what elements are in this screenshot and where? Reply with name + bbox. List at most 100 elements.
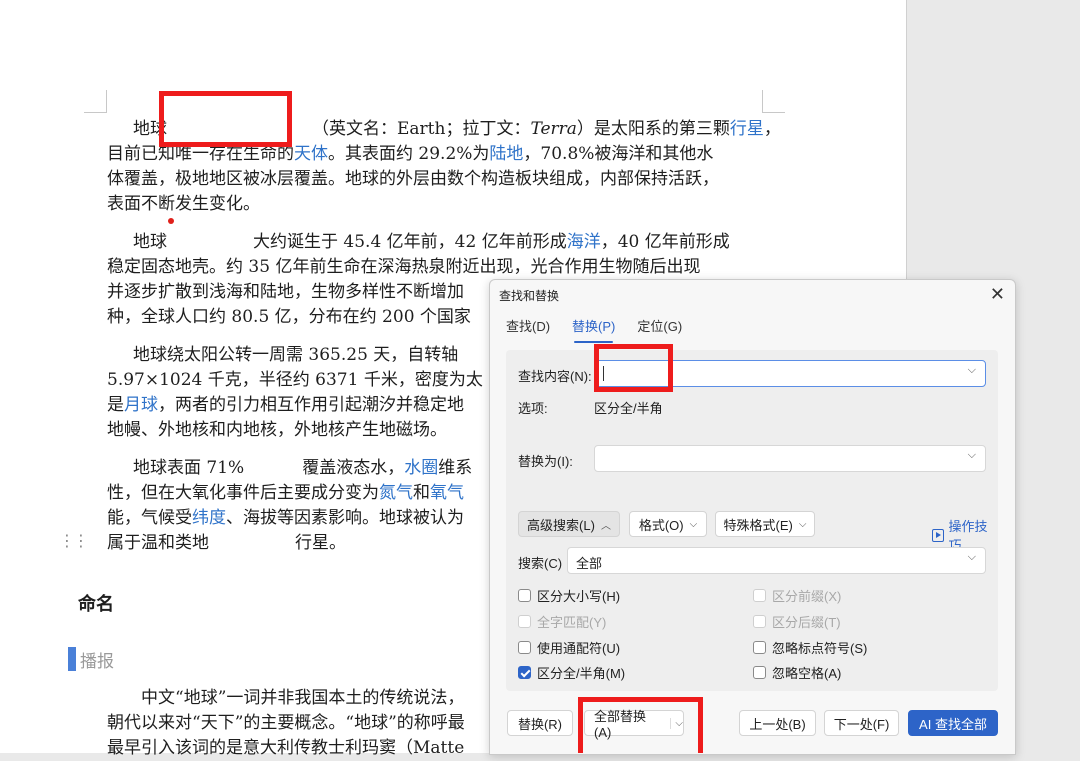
hyperlink-ocean[interactable]: 海洋 [567, 232, 601, 252]
broadcast-label: 播报 [80, 651, 114, 672]
checkbox-label: 区分后缀(T) [772, 615, 841, 630]
next-button[interactable]: 下一处(F) [824, 710, 899, 736]
text-run: ，两者的引力相互作用引起潮汐并稳定地 [158, 395, 464, 415]
dialog-title: 查找和替换 [499, 289, 560, 303]
advanced-search-label: 高级搜索(L) [527, 517, 595, 533]
find-label: 查找内容(N): [518, 369, 592, 384]
text-run: 覆盖液态水， [302, 458, 405, 478]
chevron-down-icon[interactable]: ⌵ [968, 449, 976, 462]
search-scope-label: 搜索(C) [518, 556, 563, 571]
checkbox-box [518, 666, 531, 679]
options-value: 区分全/半角 [594, 401, 663, 416]
replace-label: 替换为(I): [518, 454, 573, 469]
text-run: （英文名：Earth；拉丁文： [312, 119, 531, 139]
previous-label: 上一处(B) [749, 716, 806, 732]
checkbox-label: 区分大小写(H) [537, 589, 621, 604]
text-run: 和 [413, 483, 430, 503]
text-run: 维系 [438, 458, 473, 478]
checkbox-whole-word[interactable]: 全字匹配(Y) [518, 612, 606, 631]
replace-button-label: 替换(R) [517, 716, 563, 732]
hyperlink-land[interactable]: 陆地 [489, 144, 523, 164]
chevron-down-icon: ⌵ [798, 518, 807, 530]
special-format-label: 特殊格式(E) [723, 517, 793, 533]
checkbox-label: 全字匹配(Y) [537, 615, 607, 630]
search-scope-value: 全部 [576, 556, 603, 571]
play-box-icon [932, 528, 945, 542]
find-replace-dialog: 查找和替换 ✕ 查找(D) 替换(P) 定位(G) 查找内容(N): ⌵ 选项:… [489, 279, 1016, 755]
crop-mark-top-right [762, 90, 785, 113]
checkbox-label: 忽略空格(A) [772, 666, 842, 681]
tab-replace[interactable]: 替换(P) [572, 316, 615, 343]
text-run: 能，气候受 [107, 508, 192, 528]
replace-panel: 查找内容(N): ⌵ 选项: 区分全/半角 替换为(I): ⌵ 高级搜索(L) ︿… [506, 350, 998, 691]
text-run: 地球 [133, 232, 167, 252]
chevron-down-icon[interactable]: ⌵ [968, 364, 976, 377]
text-run: 地球表面 71% [133, 458, 245, 478]
hyperlink-celestial-body[interactable]: 天体 [294, 144, 328, 164]
chevron-down-icon: ⌵ [689, 518, 698, 530]
close-icon[interactable]: ✕ [990, 284, 1005, 305]
checkbox-match-width[interactable]: 区分全/半角(M) [518, 663, 625, 682]
search-scope-select[interactable]: 全部 ⌵ [567, 547, 986, 574]
dialog-tabs: 查找(D) 替换(P) 定位(G) [506, 316, 682, 343]
text-run: 、海拔等因素影响。地球被认为 [226, 508, 464, 528]
checkbox-box [518, 641, 531, 654]
format-button[interactable]: 格式(O) ⌵ [629, 511, 707, 537]
special-format-button[interactable]: 特殊格式(E) ⌵ [715, 511, 815, 537]
broadcast-button[interactable]: 播报 [68, 647, 114, 672]
checkbox-box [518, 615, 531, 628]
text-run: 大约诞生于 45.4 亿年前，42 亿年前形成 [253, 232, 567, 252]
text-run: ，70.8%被海洋和其他水 [523, 144, 714, 164]
ai-find-all-label: AI 查找全部 [919, 716, 987, 732]
tab-goto[interactable]: 定位(G) [637, 316, 682, 335]
checkbox-wildcards[interactable]: 使用通配符(U) [518, 638, 620, 657]
text-run: 属于温和类地 [107, 533, 209, 553]
text-line: 稳定固态地壳。约 35 亿年前生命在深海热泉附近出现，光合作用生物随后出现 [107, 257, 701, 277]
cursor-dot-marker [168, 218, 174, 224]
hyperlink-moon[interactable]: 月球 [124, 395, 158, 415]
checkbox-label: 使用通配符(U) [537, 641, 621, 656]
highlight-box [159, 91, 292, 147]
previous-button[interactable]: 上一处(B) [739, 710, 816, 736]
tab-find[interactable]: 查找(D) [506, 316, 550, 335]
text-run: 性，但在大氧化事件后主要成分变为 [107, 483, 379, 503]
highlight-box [578, 697, 703, 753]
text-line: 表面不断发生变化。 [107, 194, 260, 214]
checkbox-box [753, 589, 766, 602]
text-run: ，40 亿年前形成 [600, 232, 730, 252]
chevron-up-icon: ︿ [600, 520, 611, 532]
text-run: 目前已知唯一存在生命的 [107, 144, 294, 164]
crop-mark-top-left [84, 90, 107, 113]
hyperlink-latitude[interactable]: 纬度 [192, 508, 226, 528]
checkbox-match-case[interactable]: 区分大小写(H) [518, 586, 620, 605]
checkbox-box [753, 615, 766, 628]
checkbox-ignore-punctuation[interactable]: 忽略标点符号(S) [753, 638, 867, 657]
checkbox-match-prefix[interactable]: 区分前缀(X) [753, 586, 841, 605]
checkbox-ignore-spaces[interactable]: 忽略空格(A) [753, 663, 841, 682]
hyperlink-hydrosphere[interactable]: 水圈 [404, 458, 438, 478]
checkbox-label: 区分全/半角(M) [537, 666, 626, 681]
text-line: 地球 大约诞生于 45.4 亿年前，42 亿年前形成海洋，40 亿年前形成 [107, 230, 764, 255]
text-run: 行星。 [295, 533, 346, 553]
text-run: ）是太阳系的第三颗 [576, 119, 730, 139]
broadcast-marker-icon [68, 647, 76, 671]
format-label: 格式(O) [638, 517, 684, 533]
replace-button[interactable]: 替换(R) [507, 710, 573, 736]
text-run: ， [763, 119, 781, 139]
next-label: 下一处(F) [833, 716, 890, 732]
checkbox-box [753, 641, 766, 654]
ai-find-all-button[interactable]: AI 查找全部 [908, 710, 998, 736]
replace-input[interactable]: ⌵ [594, 445, 986, 472]
checkbox-box [753, 666, 766, 679]
drag-handle-icon[interactable]: ⋮⋮ [59, 531, 89, 550]
text-run: 。其表面约 29.2%为 [328, 144, 490, 164]
hyperlink-planet[interactable]: 行星 [730, 119, 764, 139]
options-label: 选项: [518, 401, 548, 416]
checkbox-label: 区分前缀(X) [772, 589, 842, 604]
text-run: 是 [107, 395, 124, 415]
advanced-search-button[interactable]: 高级搜索(L) ︿ [518, 511, 620, 537]
hyperlink-oxygen[interactable]: 氧气 [430, 483, 464, 503]
chevron-down-icon: ⌵ [967, 551, 976, 563]
hyperlink-nitrogen[interactable]: 氮气 [379, 483, 413, 503]
checkbox-match-suffix[interactable]: 区分后缀(T) [753, 612, 841, 631]
